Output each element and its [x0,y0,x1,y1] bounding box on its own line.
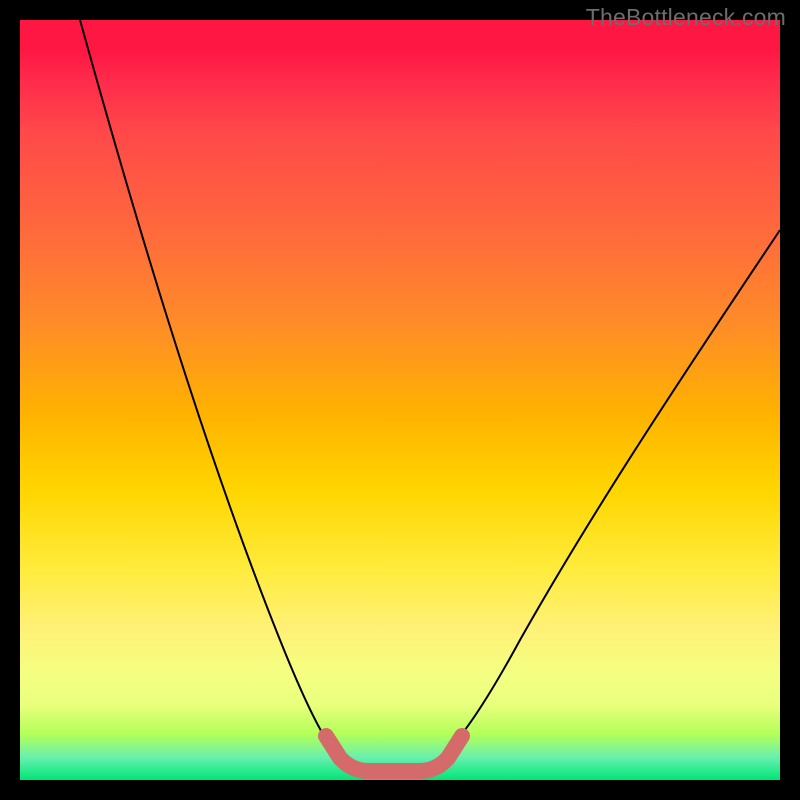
chart-overlay [20,20,780,780]
chart-canvas: TheBottleneck.com [0,0,800,800]
bottleneck-curve [80,20,780,770]
bottleneck-highlight [326,736,462,771]
